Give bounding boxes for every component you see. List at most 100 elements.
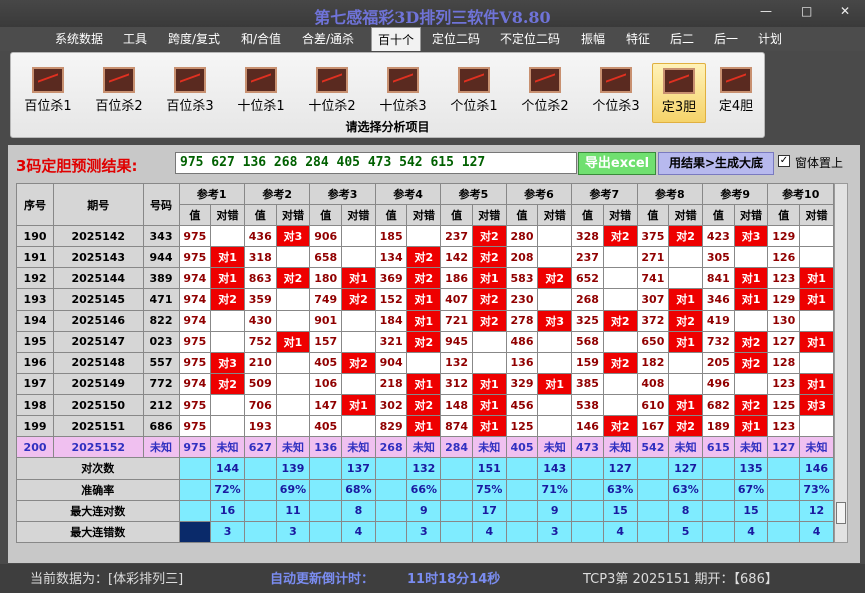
menu-back-one[interactable]: 后一: [714, 30, 738, 47]
vertical-scrollbar[interactable]: [834, 183, 848, 543]
cell-result: [733, 309, 769, 332]
menu-span[interactable]: 跨度/复式: [168, 30, 220, 47]
cell-result: [341, 309, 376, 332]
table-row[interactable]: 197 2025149 772 974 对2 509 106 218 对1 312 对1 329 对1 3…: [15, 372, 834, 396]
scrollbar-thumb[interactable]: [836, 502, 846, 524]
cell-period: 2025146: [53, 309, 144, 332]
cell-result: [602, 246, 638, 269]
cell-code: 772: [142, 372, 180, 396]
minimize-icon[interactable]: —: [760, 4, 772, 18]
export-excel-button[interactable]: 导出excel: [578, 152, 656, 175]
stats-blank: [440, 457, 473, 480]
table-row[interactable]: 199 2025151 686 975 193 405 829 对1 874 对1 125 146 对2…: [15, 415, 834, 438]
menu-diff[interactable]: 合差/通杀: [302, 30, 354, 47]
cell-value: 312: [440, 372, 473, 396]
cell-value: 302: [374, 393, 408, 417]
table-row[interactable]: 196 2025148 557 975 对3 210 405 对2 904 132 136 159 对2…: [15, 351, 834, 374]
cell-result: 对2: [668, 415, 703, 438]
ribbon-hundreds-kill-1[interactable]: 百位杀1: [19, 63, 77, 123]
stats-blank: [178, 478, 212, 501]
menu-plan[interactable]: 计划: [758, 30, 782, 47]
cell-result: [275, 288, 311, 311]
table-row[interactable]: 191 2025143 944 975 对1 318 658 134 对2 142 对2 208 237…: [15, 246, 834, 269]
cell-value: 975: [178, 330, 212, 353]
cell-result: [341, 415, 376, 438]
cell-value: 152: [374, 288, 408, 311]
cell-value: 419: [702, 309, 735, 332]
table-row[interactable]: 192 2025144 389 974 对1 863 对2 180 对1 369 对2 186 对1 58…: [15, 267, 834, 290]
menu-sum[interactable]: 和/合值: [241, 30, 281, 47]
menu-position-two[interactable]: 定位二码: [432, 30, 480, 47]
stats-value: 5: [668, 520, 703, 544]
cell-result: 对2: [275, 267, 311, 290]
stats-row: 准确率 72% 69% 68% 66% 75% 71% 63% 63% 67% 73%: [16, 478, 834, 501]
ribbon-fix-4-gall[interactable]: 定4胆: [711, 63, 761, 123]
ribbon-units-kill-2[interactable]: 个位杀2: [516, 63, 574, 123]
cell-value: 210: [243, 351, 277, 374]
stats-value: 3: [537, 520, 573, 544]
stats-blank: [374, 457, 408, 480]
cell-result: [210, 330, 245, 353]
stats-blank: [309, 499, 342, 522]
maximize-icon[interactable]: □: [801, 4, 812, 18]
cell-value: 271: [636, 246, 670, 269]
cell-value: 741: [636, 267, 670, 290]
table-row[interactable]: 198 2025150 212 975 706 147 对1 302 对2 148 对1 456 538…: [15, 393, 834, 417]
cell-result: [406, 351, 442, 374]
stats-blank: [309, 457, 342, 480]
menu-hundreds-tens-units[interactable]: 百十个: [371, 27, 422, 51]
header-result: 对错: [341, 204, 376, 226]
close-icon[interactable]: ✕: [840, 4, 850, 18]
table-row[interactable]: 194 2025146 822 974 430 901 184 对1 721 对2 278 对3 325…: [15, 309, 834, 332]
cell-result: [210, 415, 245, 438]
header-value: 值: [636, 204, 670, 226]
cell-result: [471, 330, 507, 353]
cell-value: 615: [702, 436, 735, 459]
cell-result: 对2: [602, 351, 638, 374]
table-row[interactable]: 193 2025145 471 974 对2 359 749 对2 152 对1 407 对2 230 2…: [15, 288, 834, 311]
table-row[interactable]: 195 2025147 023 975 752 对1 157 321 对2 945 486 568 65…: [15, 330, 834, 353]
cell-result: 对3: [799, 393, 834, 417]
cell-result: [799, 351, 834, 374]
header-result: 对错: [537, 204, 573, 226]
ribbon-fix-3-gall[interactable]: 定3胆: [652, 63, 706, 123]
ribbon-hundreds-kill-3[interactable]: 百位杀3: [161, 63, 219, 123]
cell-value: 148: [440, 393, 473, 417]
stats-blank: [571, 499, 604, 522]
menu-tools[interactable]: 工具: [123, 30, 147, 47]
cell-result: 未知: [275, 436, 311, 459]
cell-value: 167: [636, 415, 670, 438]
cell-result: 未知: [406, 436, 442, 459]
menu-amplitude[interactable]: 振幅: [581, 30, 605, 47]
table-row[interactable]: 190 2025142 343 975 436 对3 906 185 237 对2 280 328 对2…: [15, 224, 834, 248]
generate-base-button[interactable]: 用结果>生成大底: [658, 152, 774, 175]
cell-value: 682: [702, 393, 735, 417]
cell-result: 对1: [733, 415, 769, 438]
stats-blank: [571, 520, 604, 544]
table-row[interactable]: 200 2025152 未知 975 未知 627 未知 136 未知 268 未知 284 未知 405…: [15, 436, 834, 459]
header-value: 值: [505, 204, 539, 226]
ontop-checkbox[interactable]: ✓: [778, 155, 790, 167]
prediction-result-field[interactable]: 975 627 136 268 284 405 473 542 615 127: [175, 152, 577, 174]
cell-value: 975: [178, 393, 212, 417]
ribbon-tens-kill-1[interactable]: 十位杀1: [232, 63, 290, 123]
ribbon-hundreds-kill-2[interactable]: 百位杀2: [90, 63, 148, 123]
cell-value: 123: [767, 372, 801, 396]
menu-back-two[interactable]: 后二: [670, 30, 694, 47]
stats-value: 3: [406, 520, 442, 544]
ribbon-units-kill-1[interactable]: 个位杀1: [445, 63, 503, 123]
cell-result: 对1: [406, 372, 442, 396]
ribbon-tens-kill-3[interactable]: 十位杀3: [374, 63, 432, 123]
cell-value: 359: [243, 288, 277, 311]
menu-system-data[interactable]: 系统数据: [55, 30, 103, 47]
menu-features[interactable]: 特征: [626, 30, 650, 47]
ribbon-units-kill-3[interactable]: 个位杀3: [587, 63, 645, 123]
cell-result: 对1: [668, 288, 703, 311]
cell-value: 650: [636, 330, 670, 353]
stats-blank: [505, 520, 539, 544]
menu-nonposition-two[interactable]: 不定位二码: [500, 30, 560, 47]
stats-value: 132: [406, 457, 442, 480]
stats-value: 9: [406, 499, 442, 522]
cell-value: 127: [767, 330, 801, 353]
ribbon-tens-kill-2[interactable]: 十位杀2: [303, 63, 361, 123]
